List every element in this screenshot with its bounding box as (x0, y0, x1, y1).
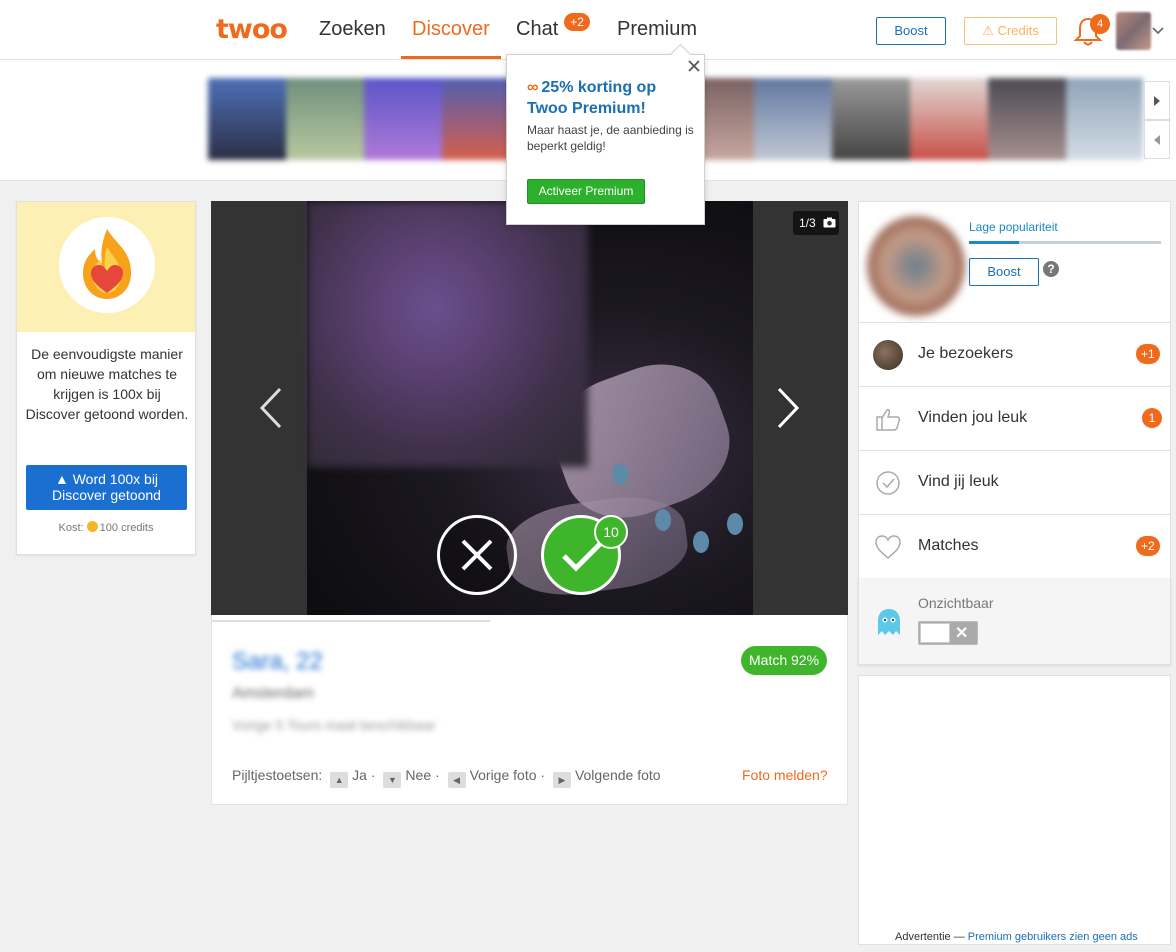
photo-progress-bar (212, 620, 490, 622)
premium-no-ads-link[interactable]: Premium gebruikers zien geen ads (968, 931, 1138, 943)
visitors-badge: +1 (1136, 344, 1160, 364)
nav-discover[interactable]: Discover (401, 0, 501, 59)
arrow-up-key-icon: ▲ (330, 772, 349, 788)
like-count-badge: 10 (594, 515, 628, 549)
card-header (17, 202, 195, 332)
key-prev-label: Vorige foto (469, 767, 537, 783)
activate-premium-button[interactable]: Activeer Premium (527, 179, 645, 204)
popularity-bar (969, 241, 1161, 244)
cost-info: Kost: 100 credits (17, 521, 195, 534)
premium-promo-popup: ∞ 25% korting op Twoo Premium! Maar haast… (506, 54, 705, 225)
twoo-logo[interactable]: twoo (216, 16, 288, 44)
chevron-down-icon[interactable] (1151, 24, 1165, 38)
coin-icon (86, 521, 98, 532)
advertisement-slot (858, 675, 1171, 945)
invisible-label: Onzichtbaar (918, 595, 994, 611)
ghost-icon (878, 609, 900, 635)
report-photo-link[interactable]: Foto melden? (742, 767, 828, 783)
arrow-left-key-icon: ◀ (447, 772, 466, 788)
boost-100x-label: Word 100x bij Discover getoond (52, 471, 161, 503)
heart-icon (875, 535, 901, 559)
promo-text: Maar haast je, de aanbieding is beperkt … (527, 123, 694, 153)
invisible-toggle[interactable]: ✕ (918, 621, 978, 645)
previous-photo-arrow-icon[interactable] (259, 387, 283, 429)
credits-button[interactable]: ⚠︎ Credits (964, 17, 1057, 45)
arrow-right-key-icon: ▶ (552, 772, 571, 788)
sidebar-item-label: Matches (918, 537, 979, 554)
thumbs-up-icon (876, 409, 901, 431)
ad-notice: Advertentie — Premium gebruikers zien ge… (895, 931, 1138, 943)
keyboard-shortcuts: Pijltjestoetsen: ▲ Ja · ▼ Nee · ◀ Vorige fo… (232, 767, 661, 788)
profile-last-seen: Vorige 5 Tours maat beschikbaar (232, 717, 436, 733)
camera-icon (823, 217, 836, 228)
key-no-label: Nee (405, 767, 432, 783)
sidebar-item-matches[interactable]: Matches +2 (858, 515, 1171, 579)
promo-title-text: 25% korting op Twoo Premium! (527, 79, 657, 117)
check-circle-icon (876, 471, 900, 495)
ad-prefix: Advertentie — (895, 931, 965, 943)
flame-heart-badge (59, 217, 155, 313)
cost-value: 100 credits (99, 522, 154, 534)
sidebar-item-likes-you[interactable]: Vinden jou leuk 1 (858, 387, 1171, 451)
sidebar-item-you-like[interactable]: Vind jij leuk (858, 451, 1171, 515)
profile-photo-viewer[interactable]: 1/3 10 (211, 201, 848, 615)
my-profile-photo[interactable] (867, 216, 965, 316)
likes-badge: 1 (1142, 408, 1162, 428)
match-percentage-badge: Match 92% (741, 646, 828, 675)
infinity-icon: ∞ (527, 79, 539, 96)
triangle-left-icon (1154, 135, 1160, 145)
promo-title: ∞ 25% korting op Twoo Premium! (527, 77, 697, 119)
key-next-label: Volgende foto (574, 767, 661, 783)
nav-chat[interactable]: Chat +2 (516, 0, 590, 59)
close-icon[interactable] (686, 58, 702, 74)
arrow-down-key-icon: ▼ (383, 772, 402, 788)
photo-counter-text: 1/3 (799, 216, 816, 230)
invisible-mode-panel: Onzichtbaar ✕ (858, 578, 1171, 665)
triangle-right-icon (1154, 96, 1160, 106)
visitor-avatar (873, 340, 903, 370)
cost-prefix: Kost: (58, 522, 84, 534)
toggle-off-icon: ✕ (955, 625, 969, 642)
cross-icon (461, 539, 493, 571)
sidebar-item-label: Vinden jou leuk (918, 409, 1028, 426)
shortcuts-label: Pijltjestoetsen: (232, 767, 323, 783)
dislike-button[interactable] (437, 515, 517, 595)
boost-discover-card: De eenvoudigste manier om nieuwe matches… (16, 201, 196, 555)
boost-button[interactable]: Boost (876, 17, 946, 45)
credits-label: Credits (997, 23, 1039, 38)
popularity-label: Lage populariteit (969, 220, 1058, 234)
sidebar-item-label: Je bezoekers (918, 345, 1014, 362)
top-header: twoo Zoeken Discover Chat +2 Premium Boos… (0, 0, 1176, 60)
notification-badge: 4 (1090, 14, 1110, 34)
nav-chat-label: Chat (516, 18, 559, 40)
credits-icon: ⚠︎ (982, 23, 994, 38)
popularity-bar-fill (969, 241, 1019, 244)
my-profile-card: Lage populariteit Boost ? (858, 201, 1171, 323)
sidebar-item-label: Vind jij leuk (918, 473, 999, 490)
key-yes-label: Ja (352, 767, 367, 783)
nav-zoeken[interactable]: Zoeken (319, 0, 386, 59)
toggle-knob (920, 623, 950, 643)
profile-info-card: Sara, 22 Amsterdam Vorige 5 Tours maat b… (211, 615, 848, 805)
next-photo-arrow-icon[interactable] (776, 387, 800, 429)
matches-badge: +2 (1136, 536, 1160, 556)
profile-location: Amsterdam (232, 685, 314, 702)
chat-badge: +2 (564, 13, 590, 31)
strip-next-button[interactable] (1144, 81, 1170, 120)
photo-counter: 1/3 (793, 211, 839, 235)
profile-name[interactable]: Sara, 22 (232, 648, 323, 676)
flame-icon: ▲︎ (54, 471, 69, 487)
sidebar-boost-button[interactable]: Boost (969, 258, 1039, 286)
flame-heart-icon (83, 229, 131, 299)
user-avatar[interactable] (1116, 12, 1151, 50)
help-icon[interactable]: ? (1043, 261, 1059, 277)
sidebar-item-visitors[interactable]: Je bezoekers +1 (858, 323, 1171, 387)
card-description: De eenvoudigste manier om nieuwe matches… (25, 346, 189, 422)
boost-100x-button[interactable]: ▲︎ Word 100x bij Discover getoond (26, 465, 187, 510)
blurred-face-area (307, 201, 588, 467)
strip-prev-button[interactable] (1144, 120, 1170, 159)
